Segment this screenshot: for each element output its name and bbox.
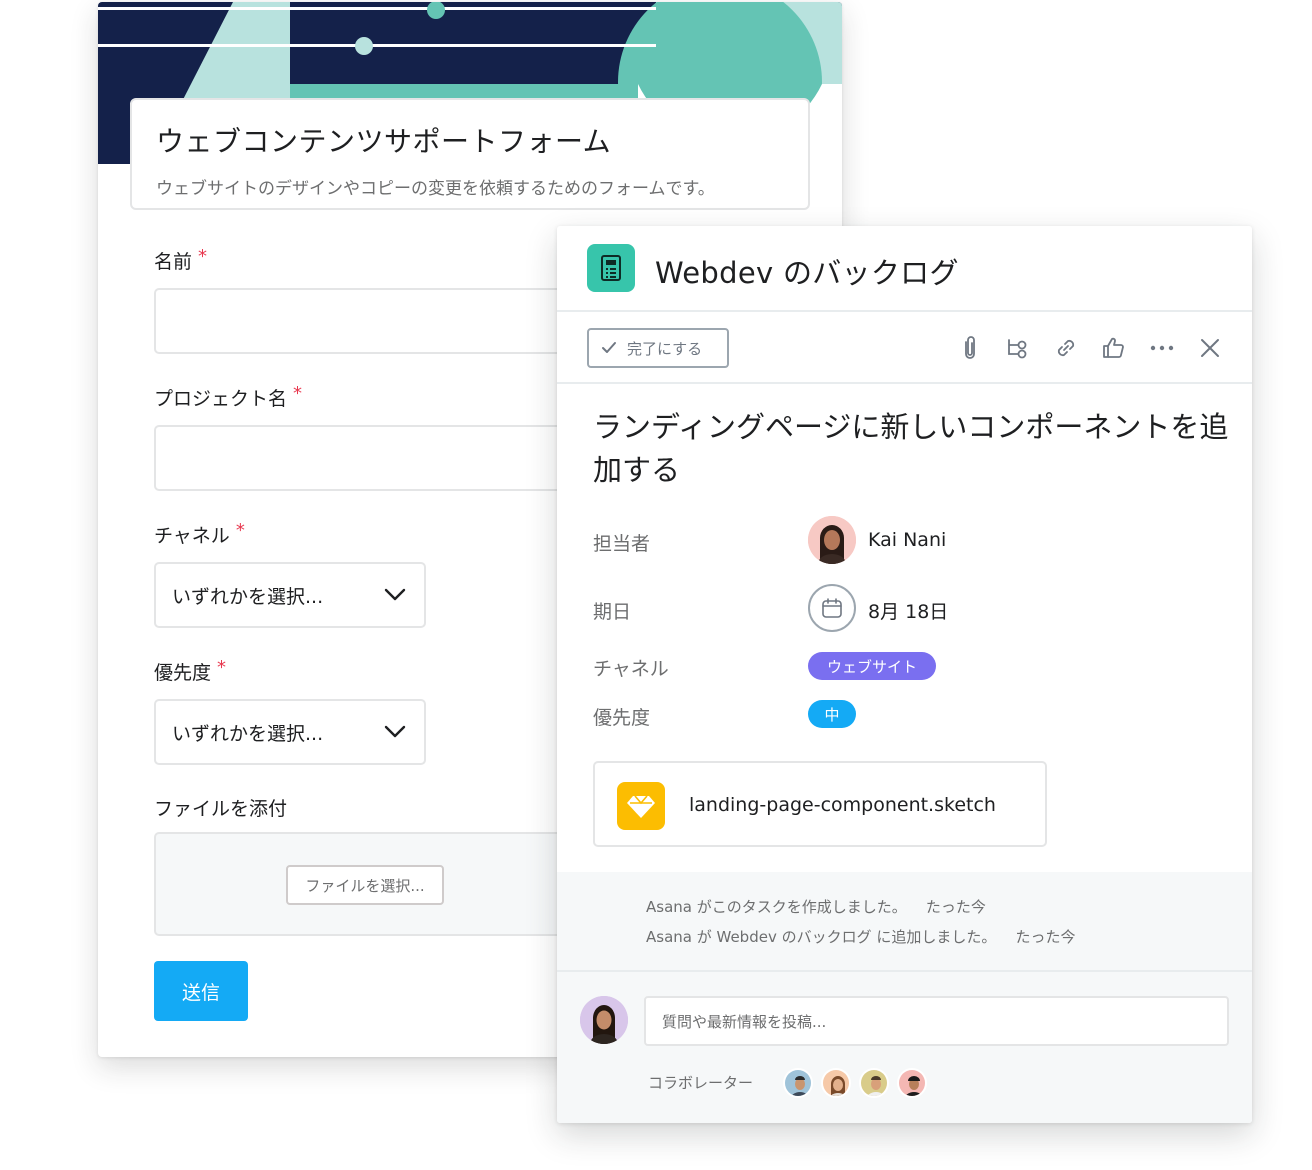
comment-composer: 質問や最新情報を投稿... コラボレーター <box>557 972 1252 1123</box>
channel-field-label: チャネル * <box>154 520 245 548</box>
priority-select-value: いずれかを選択... <box>172 722 324 745</box>
channel-label: チャネル <box>593 658 669 680</box>
project-label-text: プロジェクト名 <box>154 388 288 410</box>
document-list-icon <box>601 255 621 281</box>
person-avatar-icon <box>808 516 856 564</box>
form-description: ウェブサイトのデザインやコピーの変更を依頼するためのフォームです。 <box>156 179 715 199</box>
activity-time: たった今 <box>925 898 986 916</box>
priority-tag[interactable]: 中 <box>808 700 856 728</box>
channel-label-text: チャネル <box>154 525 230 547</box>
activity-item: Asana がこのタスクを作成しました。 たった今 <box>646 896 986 917</box>
name-field-label: 名前 * <box>154 246 208 274</box>
attachment-card[interactable]: landing-page-component.sketch <box>593 761 1047 847</box>
channel-select-value: いずれかを選択... <box>172 585 324 608</box>
activity-text: Asana が Webdev のバックログ に追加しました。 <box>646 928 997 946</box>
required-asterisk: * <box>198 246 208 267</box>
name-input[interactable] <box>154 288 614 354</box>
form-title: ウェブコンテンツサポートフォーム <box>156 125 612 158</box>
task-toolbar: 完了にする <box>557 312 1252 384</box>
paperclip-icon[interactable] <box>956 334 984 362</box>
required-asterisk: * <box>293 383 303 404</box>
panel-header: Webdev のバックログ <box>557 226 1252 312</box>
name-label-text: 名前 <box>154 251 193 273</box>
due-date-value[interactable]: 8月 18日 <box>868 597 948 624</box>
priority-label: 優先度 <box>593 707 651 729</box>
required-asterisk: * <box>217 657 227 678</box>
mark-complete-label: 完了にする <box>627 339 703 358</box>
assignee-name[interactable]: Kai Nani <box>868 529 946 551</box>
submit-button[interactable]: 送信 <box>154 961 248 1021</box>
mark-complete-button[interactable]: 完了にする <box>587 328 729 368</box>
file-drop-zone[interactable]: ファイルを選択... <box>154 832 614 936</box>
calendar-icon <box>822 598 842 618</box>
sketch-file-icon <box>617 782 665 830</box>
project-icon <box>587 244 635 292</box>
thumbs-up-icon[interactable] <box>1100 334 1128 362</box>
due-date-picker[interactable] <box>808 584 856 632</box>
choose-file-button[interactable]: ファイルを選択... <box>286 865 444 905</box>
current-user-avatar <box>580 996 628 1044</box>
chevron-down-icon <box>384 725 406 738</box>
attachment-filename: landing-page-component.sketch <box>689 794 996 816</box>
file-field-label: ファイルを添付 <box>154 798 288 820</box>
activity-time: たった今 <box>1015 928 1076 946</box>
project-field-label: プロジェクト名 * <box>154 383 303 411</box>
person-avatar-icon <box>823 1070 849 1096</box>
channel-tag[interactable]: ウェブサイト <box>808 652 936 680</box>
person-avatar-icon <box>861 1070 887 1096</box>
task-detail-panel: Webdev のバックログ 完了にする ランディングページに新しいコンポーネント… <box>557 226 1252 1123</box>
comment-placeholder: 質問や最新情報を投稿... <box>662 1012 827 1031</box>
person-avatar-icon <box>785 1070 811 1096</box>
priority-select[interactable]: いずれかを選択... <box>154 699 426 765</box>
priority-label-text: 優先度 <box>154 662 212 684</box>
subtask-icon[interactable] <box>1004 334 1032 362</box>
person-avatar-icon <box>899 1070 925 1096</box>
task-title[interactable]: ランディングページに新しいコンポーネントを追加する <box>593 406 1233 492</box>
person-avatar-icon <box>580 996 628 1044</box>
project-name-input[interactable] <box>154 425 614 491</box>
more-icon[interactable] <box>1148 334 1176 362</box>
form-header-box: ウェブコンテンツサポートフォーム ウェブサイトのデザインやコピーの変更を依頼する… <box>130 98 810 210</box>
required-asterisk: * <box>235 520 245 541</box>
check-icon <box>602 342 616 353</box>
due-date-label: 期日 <box>593 601 632 623</box>
priority-field-label: 優先度 * <box>154 657 227 685</box>
activity-feed: Asana がこのタスクを作成しました。 たった今 Asana が Webdev… <box>557 872 1252 972</box>
activity-item: Asana が Webdev のバックログ に追加しました。 たった今 <box>646 926 1075 947</box>
assignee-avatar[interactable] <box>808 516 856 564</box>
diamond-icon <box>627 795 655 818</box>
collaborator-avatar[interactable] <box>859 1068 889 1098</box>
activity-text: Asana がこのタスクを作成しました。 <box>646 898 907 916</box>
link-icon[interactable] <box>1052 334 1080 362</box>
collaborator-avatar[interactable] <box>897 1068 927 1098</box>
chevron-down-icon <box>384 588 406 601</box>
channel-select[interactable]: いずれかを選択... <box>154 562 426 628</box>
close-icon[interactable] <box>1196 334 1224 362</box>
assignee-label: 担当者 <box>593 533 651 555</box>
collaborator-avatar[interactable] <box>821 1068 851 1098</box>
collaborators-label: コラボレーター <box>648 1074 754 1092</box>
project-title: Webdev のバックログ <box>655 256 959 290</box>
comment-input[interactable]: 質問や最新情報を投稿... <box>644 996 1229 1046</box>
collaborator-avatar[interactable] <box>783 1068 813 1098</box>
